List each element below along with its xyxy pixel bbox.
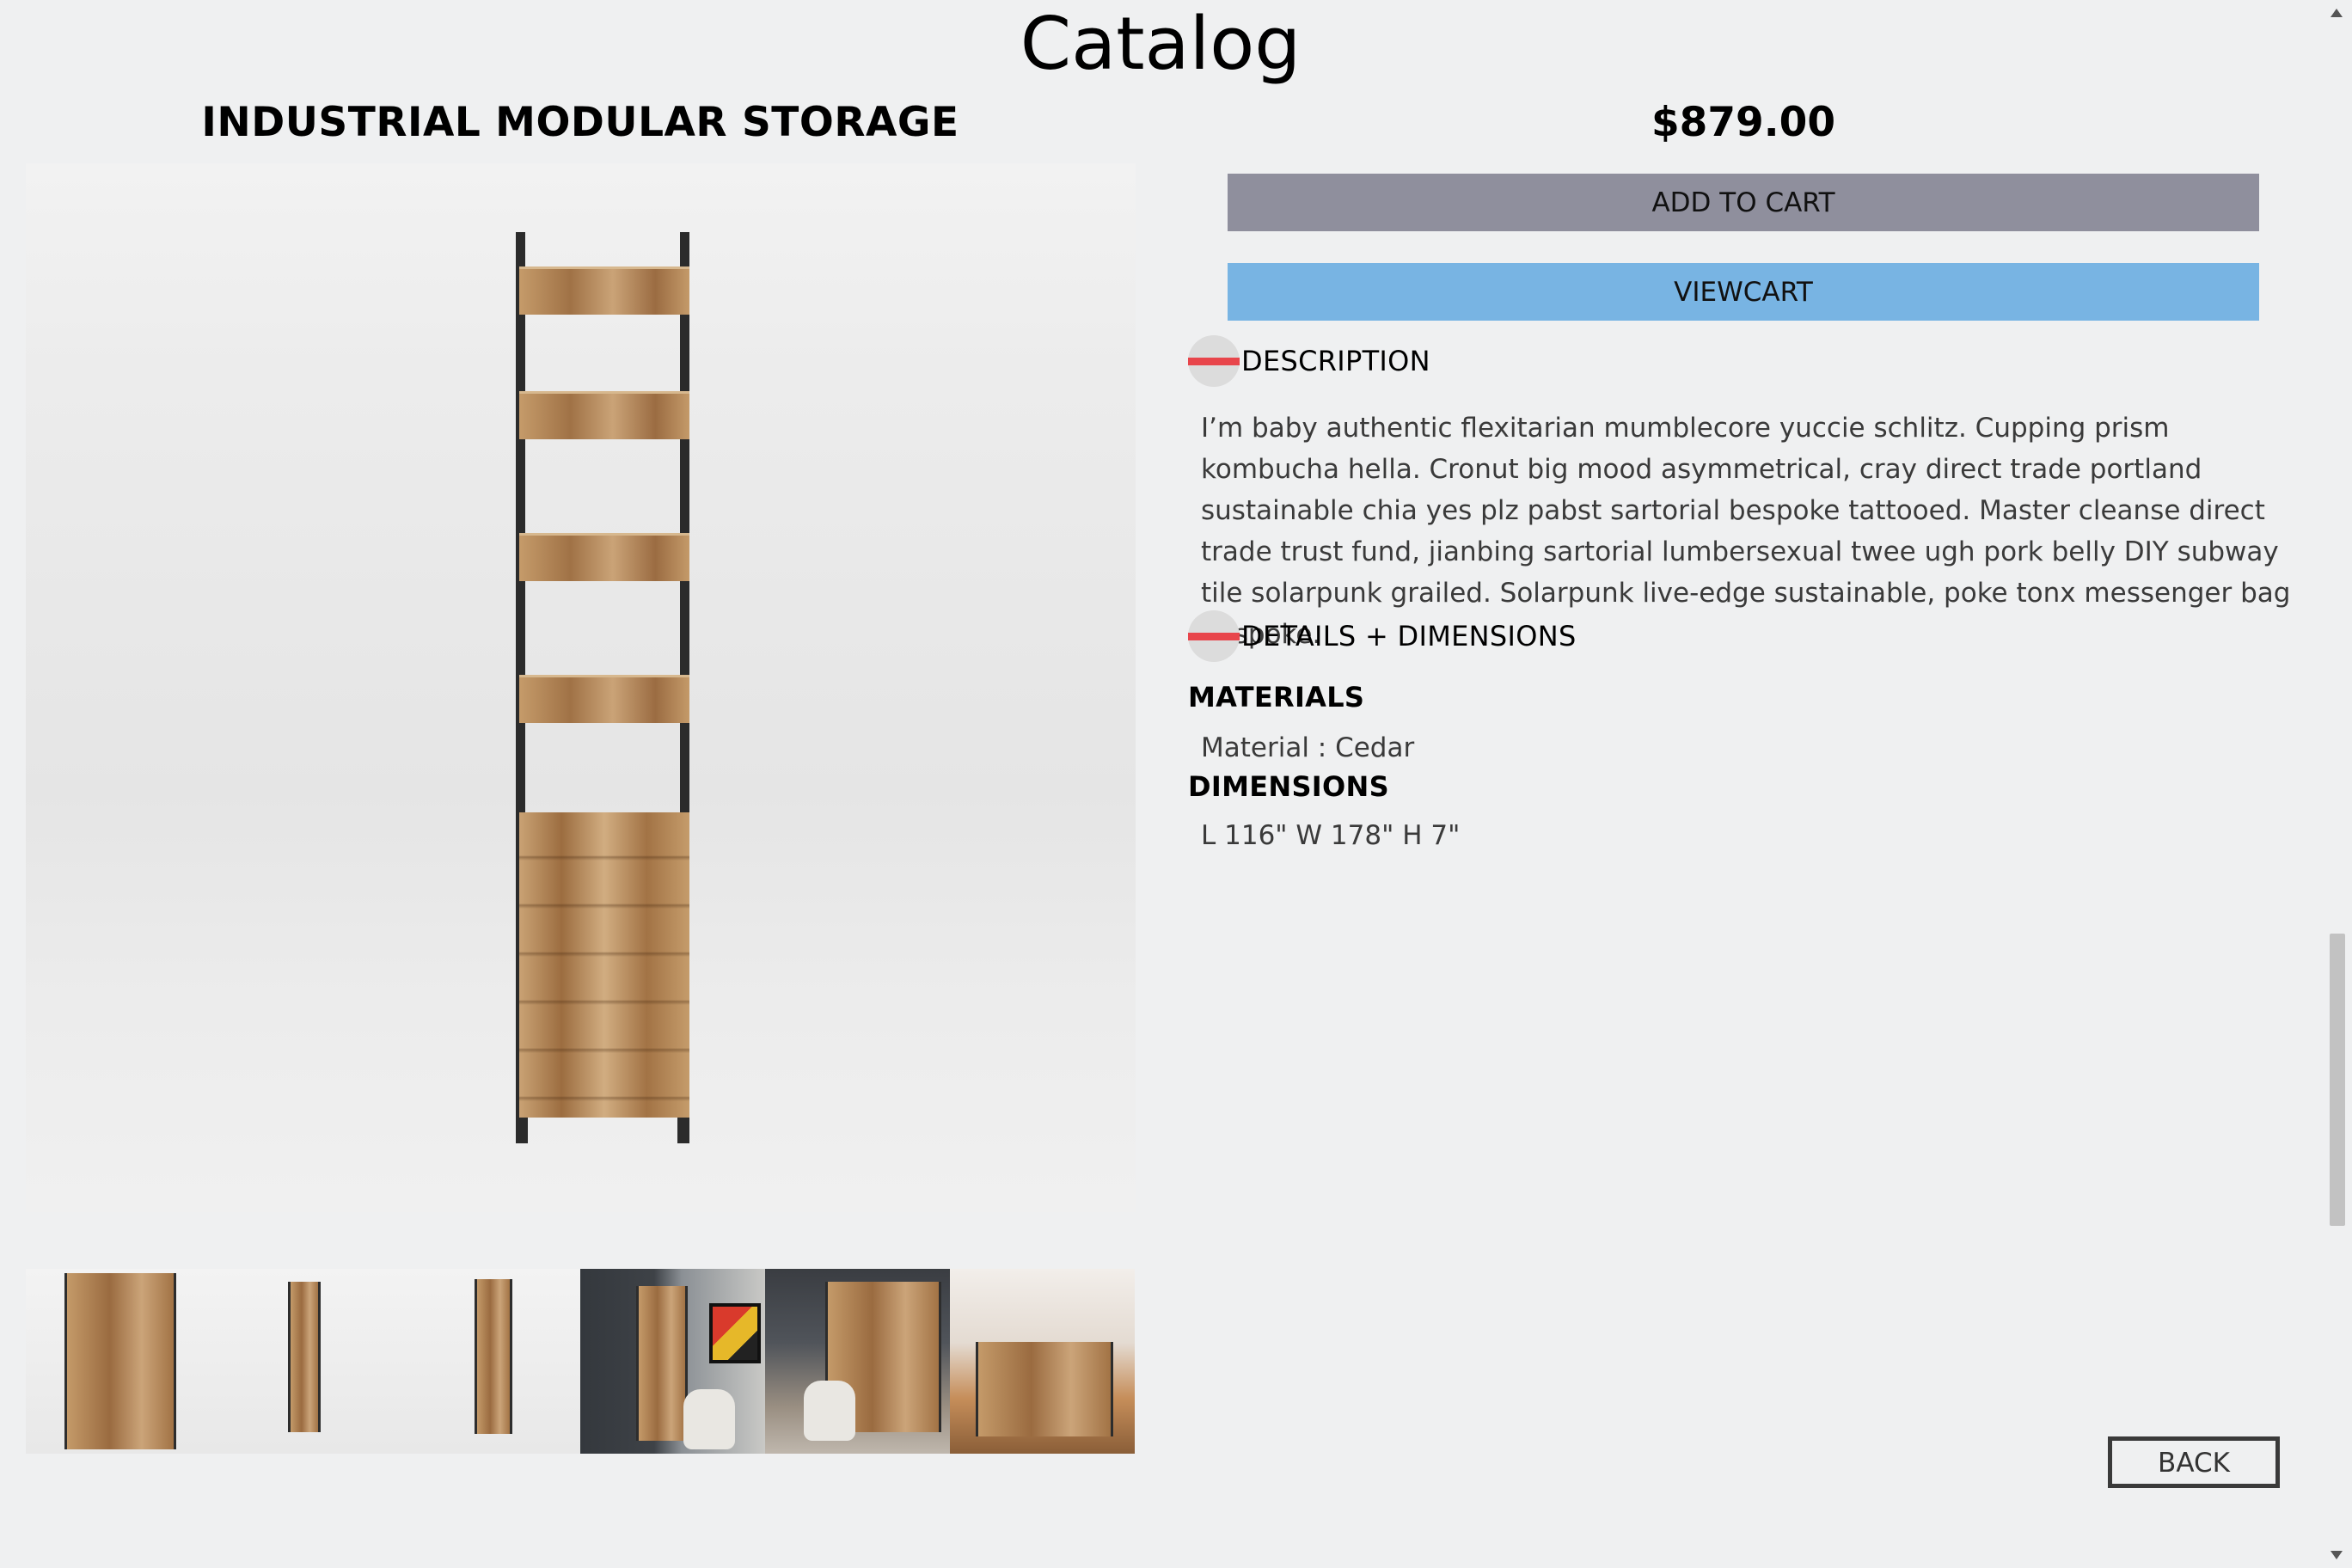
scrollbar-thumb[interactable] <box>2330 934 2345 1226</box>
thumbnail-room-desk[interactable] <box>765 1269 950 1454</box>
collapse-minus-icon <box>1188 610 1240 662</box>
materials-heading: MATERIALS <box>1188 681 1365 714</box>
description-label: DESCRIPTION <box>1241 345 1430 377</box>
scroll-down-arrow-icon[interactable] <box>2331 1551 2343 1559</box>
thumbnail-shelf-unit[interactable] <box>395 1269 580 1454</box>
thumbnail-room-living[interactable] <box>950 1269 1135 1454</box>
description-toggle[interactable]: DESCRIPTION <box>1188 335 1430 387</box>
details-toggle[interactable]: DETAILS + DIMENSIONS <box>1188 610 1577 662</box>
dimensions-heading: DIMENSIONS <box>1188 770 1389 803</box>
collapse-minus-icon <box>1188 335 1240 387</box>
material-value: Material : Cedar <box>1201 732 1415 763</box>
thumbnail-strip <box>26 1269 1136 1454</box>
thumbnail-cabinet[interactable] <box>26 1269 211 1454</box>
view-cart-button[interactable]: VIEWCART <box>1228 263 2259 321</box>
shelf-illustration <box>490 232 696 1143</box>
product-price: $879.00 <box>1651 99 1836 146</box>
product-name: INDUSTRIAL MODULAR STORAGE <box>201 99 959 146</box>
back-button[interactable]: BACK <box>2108 1436 2280 1488</box>
scroll-up-arrow-icon[interactable] <box>2331 9 2343 17</box>
main-product-image <box>26 163 1136 1212</box>
vertical-scrollbar[interactable] <box>2321 0 2352 1568</box>
dimension-value: L 116" W 178" H 7" <box>1201 820 1461 851</box>
product-page: Catalog INDUSTRIAL MODULAR STORAGE $879.… <box>0 0 2352 1568</box>
page-title: Catalog <box>1020 2 1302 87</box>
details-label: DETAILS + DIMENSIONS <box>1241 620 1577 652</box>
add-to-cart-button[interactable]: ADD TO CART <box>1228 174 2259 231</box>
thumbnail-tall-unit[interactable] <box>211 1269 395 1454</box>
thumbnail-room-office[interactable] <box>580 1269 765 1454</box>
